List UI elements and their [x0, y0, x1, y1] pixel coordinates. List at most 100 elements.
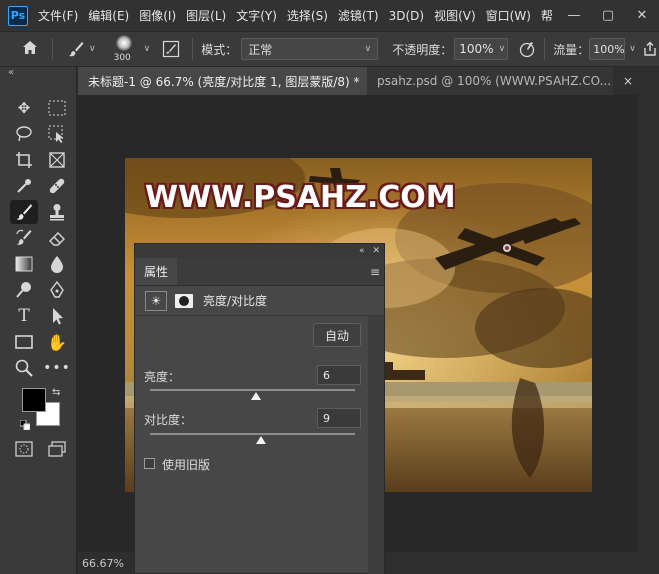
document-tabs: 未标题-1 @ 66.7% (亮度/对比度 1, 图层蒙版/8) * × psa… [78, 67, 659, 95]
close-window-button[interactable]: ✕ [625, 8, 659, 23]
default-colors-icon[interactable] [19, 419, 31, 433]
menu-file[interactable]: 文件(F) [38, 7, 78, 24]
tab-label: psahz.psd @ 100% (WWW.PSAHZ.CO... [377, 74, 612, 88]
brightness-input[interactable]: 6 [317, 365, 361, 385]
opacity-value: 100% [459, 42, 494, 56]
window-controls: — ▢ ✕ [557, 0, 659, 31]
brightness-contrast-icon[interactable]: ☀ [145, 290, 167, 311]
brush-size-value: 300 [113, 53, 131, 63]
photoshop-logo: Ps [8, 5, 28, 26]
menu-3d[interactable]: 3D(D) [389, 9, 424, 23]
menu-window[interactable]: 窗口(W) [486, 7, 531, 24]
menu-filter[interactable]: 滤镜(T) [338, 7, 379, 24]
use-legacy-checkbox[interactable] [144, 458, 155, 469]
brush-tool-preset-icon[interactable]: ∨ [67, 40, 96, 58]
menu-edit[interactable]: 编辑(E) [88, 7, 129, 24]
more-tools-icon[interactable]: ••• [43, 356, 71, 380]
chevron-down-icon[interactable]: ∨ [144, 44, 151, 54]
dodge-tool-icon[interactable] [10, 278, 38, 302]
watermark-text: WWW.PSAHZ.COM [145, 180, 456, 215]
brush-preview-icon [115, 35, 132, 51]
restore-button[interactable]: ▢ [591, 8, 625, 23]
blend-mode-select[interactable]: 正常 ∨ [241, 38, 379, 60]
contrast-slider-track[interactable] [150, 433, 355, 435]
minimize-button[interactable]: — [557, 8, 591, 23]
flow-field[interactable]: 100% [589, 38, 626, 60]
swap-colors-icon[interactable]: ⇆ [52, 387, 60, 398]
panel-scrollbar[interactable] [368, 316, 384, 574]
blur-tool-icon[interactable] [43, 252, 71, 276]
crop-tool-icon[interactable] [10, 148, 38, 172]
menu-layer[interactable]: 图层(L) [186, 7, 226, 24]
properties-body: 自动 亮度： 6 对比度： 9 使用旧版 [135, 316, 384, 574]
lasso-tool-icon[interactable] [10, 122, 38, 146]
menu-type[interactable]: 文字(Y) [236, 7, 277, 24]
path-selection-tool-icon[interactable] [43, 304, 71, 328]
foreground-color-swatch[interactable] [22, 388, 46, 412]
mode-label: 模式： [201, 42, 238, 57]
collapse-panel-icon[interactable]: « [8, 67, 14, 78]
flow-value: 100% [593, 42, 625, 56]
auto-button[interactable]: 自动 [313, 323, 361, 347]
tab-untitled-1[interactable]: 未标题-1 @ 66.7% (亮度/对比度 1, 图层蒙版/8) * × [78, 67, 380, 95]
object-selection-tool-icon[interactable] [43, 122, 71, 146]
flow-label: 流量： [553, 42, 590, 57]
chevron-down-icon: ∨ [89, 44, 96, 54]
hand-tool-icon[interactable]: ✋ [43, 330, 71, 354]
vertical-scrollbar[interactable] [638, 95, 659, 574]
close-icon[interactable]: × [623, 74, 633, 88]
eyedropper-tool-icon[interactable] [10, 174, 38, 198]
zoom-level[interactable]: 66.67% [82, 557, 124, 570]
brush-panel-icon[interactable] [162, 40, 180, 58]
pressure-opacity-icon[interactable] [518, 40, 536, 58]
opacity-label: 不透明度： [392, 42, 453, 57]
eraser-tool-icon[interactable] [43, 226, 71, 250]
menu-bar: Ps 文件(F) 编辑(E) 图像(I) 图层(L) 文字(Y) 选择(S) 滤… [0, 0, 659, 31]
quick-mask-icon[interactable] [10, 437, 38, 461]
menu-image[interactable]: 图像(I) [139, 7, 176, 24]
opacity-field[interactable]: 100% ∨ [454, 38, 509, 60]
brightness-slider-track[interactable] [150, 389, 355, 391]
menu-select[interactable]: 选择(S) [287, 7, 328, 24]
zoom-tool-icon[interactable] [10, 356, 38, 380]
brightness-slider-thumb[interactable] [251, 392, 261, 400]
brightness-label: 亮度： [144, 370, 181, 384]
brush-size-picker[interactable]: 300 [108, 32, 142, 66]
brush-tool-icon[interactable] [10, 200, 38, 224]
chevron-down-icon: ∨ [498, 44, 506, 54]
marquee-tool-icon[interactable] [43, 96, 71, 120]
healing-brush-tool-icon[interactable] [43, 174, 71, 198]
contrast-label: 对比度： [144, 413, 193, 427]
menu-help[interactable]: 帮 [541, 7, 553, 24]
tab-properties[interactable]: 属性 [135, 258, 178, 285]
tab-psahz-psd[interactable]: psahz.psd @ 100% (WWW.PSAHZ.CO... × [367, 67, 633, 95]
panel-tab-row: 属性 ≡ [135, 258, 384, 286]
chevron-down-icon: ∨ [364, 44, 372, 54]
options-bar: ∨ 300 ∨ 模式： 正常 ∨ 不透明度： 100% ∨ 流量： 100% ∨ [0, 31, 659, 67]
frame-tool-icon[interactable] [43, 148, 71, 172]
history-brush-tool-icon[interactable] [10, 226, 38, 250]
gradient-tool-icon[interactable] [10, 252, 38, 276]
layer-mask-icon[interactable] [175, 293, 193, 308]
blend-mode-value: 正常 [248, 42, 273, 57]
chevron-down-icon[interactable]: ∨ [629, 44, 636, 54]
home-icon[interactable] [22, 40, 38, 59]
contrast-slider-thumb[interactable] [256, 436, 266, 444]
contrast-input[interactable]: 9 [317, 408, 361, 428]
panel-menu-icon[interactable]: ≡ [370, 265, 380, 279]
move-tool-icon[interactable]: ✥ [10, 96, 38, 120]
close-icon[interactable]: ✕ [372, 246, 380, 256]
use-legacy-label[interactable]: 使用旧版 [162, 456, 210, 473]
menu-view[interactable]: 视图(V) [434, 7, 476, 24]
tools-panel: « ✥ T ✋ ••• ⇆ [0, 67, 77, 574]
tab-label: 未标题-1 @ 66.7% (亮度/对比度 1, 图层蒙版/8) * [88, 74, 360, 89]
screen-mode-icon[interactable] [43, 437, 71, 461]
collapse-panel-icon[interactable]: « [359, 246, 365, 256]
pen-tool-icon[interactable] [43, 278, 71, 302]
clone-stamp-tool-icon[interactable] [43, 200, 71, 224]
rectangle-tool-icon[interactable] [10, 330, 38, 354]
panel-titlebar[interactable]: « ✕ [135, 244, 384, 258]
share-icon[interactable] [642, 41, 658, 57]
properties-panel: « ✕ 属性 ≡ ☀ 亮度/对比度 自动 亮度： 6 对比度： 9 使用旧版 [134, 243, 385, 574]
type-tool-icon[interactable]: T [10, 304, 38, 328]
